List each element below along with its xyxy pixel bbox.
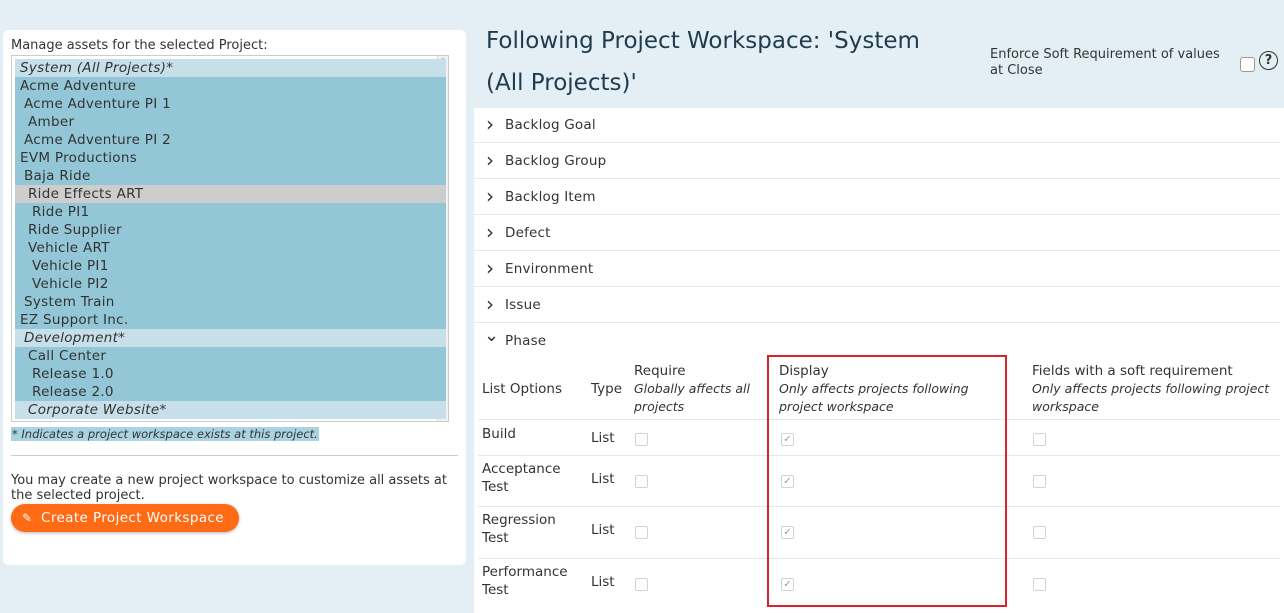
asset-name: Defect xyxy=(505,225,551,241)
project-item[interactable]: Acme Adventure PI 2 xyxy=(15,131,446,149)
chevron-right-icon[interactable]: › xyxy=(486,215,494,250)
project-item[interactable]: System (All Projects)* xyxy=(15,59,446,77)
manage-assets-label: Manage assets for the selected Project: xyxy=(11,38,268,53)
project-item[interactable]: Acme Adventure PI 1 xyxy=(15,95,446,113)
project-item[interactable]: Acme Adventure xyxy=(15,77,446,95)
project-item[interactable]: Baja Ride xyxy=(15,167,446,185)
asset-name: Backlog Item xyxy=(505,189,596,205)
chevron-right-icon[interactable]: › xyxy=(486,179,494,214)
project-item[interactable]: Release 2.0 xyxy=(15,383,446,401)
project-item[interactable]: Corporate Website* xyxy=(15,401,446,419)
chevron-right-icon[interactable]: › xyxy=(486,107,494,142)
chevron-right-icon[interactable]: › xyxy=(486,143,494,178)
project-item[interactable]: Call Center xyxy=(15,347,446,365)
asset-row[interactable]: › Backlog Item xyxy=(474,180,1280,215)
pencil-icon: ✎ xyxy=(22,511,33,525)
project-item[interactable]: Ride Effects ART xyxy=(15,185,446,203)
project-item[interactable]: Vehicle PI1 xyxy=(15,257,446,275)
page-title: Following Project Workspace: 'System (Al… xyxy=(486,28,920,96)
asset-name: Environment xyxy=(505,261,594,277)
asset-name: Backlog Group xyxy=(505,153,607,169)
list-option-type: List xyxy=(591,430,615,446)
col-header-soft-requirement-sub: Only affects projects following project … xyxy=(1032,381,1270,414)
asset-row[interactable]: › Backlog Group xyxy=(474,144,1280,179)
project-item[interactable]: Ride Supplier xyxy=(15,221,446,239)
project-item[interactable]: System Train xyxy=(15,293,446,311)
display-column-highlight xyxy=(767,355,1007,607)
col-header-soft-requirement: Fields with a soft requirement xyxy=(1032,363,1233,379)
asset-row[interactable]: › Backlog Goal xyxy=(474,108,1280,143)
enforce-soft-requirement-label: Enforce Soft Requirement of values at Cl… xyxy=(990,47,1220,78)
asset-row[interactable]: › Defect xyxy=(474,216,1280,251)
project-item[interactable]: Development* xyxy=(15,329,446,347)
list-option-name: Acceptance Test xyxy=(482,461,561,495)
soft-requirement-checkbox[interactable] xyxy=(1033,526,1046,539)
project-item[interactable]: Vehicle ART xyxy=(15,239,446,257)
col-header-type: Type xyxy=(591,381,623,397)
project-item[interactable]: Release 1.0 xyxy=(15,365,446,383)
project-list[interactable]: System (All Projects)* Acme Adventure Acme… xyxy=(11,55,449,422)
list-option-name: Performance Test xyxy=(482,564,568,598)
list-option-type: List xyxy=(591,574,615,590)
soft-requirement-checkbox[interactable] xyxy=(1033,578,1046,591)
soft-requirement-checkbox[interactable] xyxy=(1033,475,1046,488)
create-project-workspace-button[interactable]: ✎ Create Project Workspace xyxy=(11,504,239,532)
chevron-right-icon[interactable]: › xyxy=(486,287,494,322)
project-item[interactable]: EZ Support Inc. xyxy=(15,311,446,329)
col-header-require: Require xyxy=(634,363,686,379)
project-item[interactable]: Amber xyxy=(15,113,446,131)
col-header-list-options: List Options xyxy=(482,381,562,397)
soft-requirement-checkbox[interactable] xyxy=(1033,433,1046,446)
asset-row[interactable]: › Environment xyxy=(474,252,1280,287)
help-icon[interactable]: ? xyxy=(1259,51,1278,70)
list-option-name: Regression Test xyxy=(482,512,556,546)
project-selector-panel: Manage assets for the selected Project: … xyxy=(3,30,466,565)
project-item[interactable]: EVM Productions xyxy=(15,149,446,167)
require-checkbox[interactable] xyxy=(635,578,648,591)
asset-row[interactable]: › Issue xyxy=(474,288,1280,323)
require-checkbox[interactable] xyxy=(635,526,648,539)
require-checkbox[interactable] xyxy=(635,475,648,488)
asset-row[interactable]: ⌄ Phase xyxy=(474,324,1280,359)
project-item[interactable]: Ride PI1 xyxy=(15,203,446,221)
chevron-down-icon[interactable]: ⌄ xyxy=(484,318,499,353)
create-project-workspace-label: Create Project Workspace xyxy=(41,510,225,526)
list-option-type: List xyxy=(591,471,615,487)
list-option-type: List xyxy=(591,522,615,538)
project-item[interactable]: Vehicle PI2 xyxy=(15,275,446,293)
asset-name: Issue xyxy=(505,297,541,313)
create-workspace-note: You may create a new project workspace t… xyxy=(11,473,447,503)
workspace-legend-note: * Indicates a project workspace exists a… xyxy=(11,427,319,441)
divider xyxy=(11,455,458,456)
require-checkbox[interactable] xyxy=(635,433,648,446)
enforce-soft-requirement-checkbox[interactable] xyxy=(1240,57,1255,72)
chevron-right-icon[interactable]: › xyxy=(486,251,494,286)
asset-name: Phase xyxy=(505,333,547,349)
list-option-name: Build xyxy=(482,426,516,442)
col-header-require-sub: Globally affects all projects xyxy=(634,381,750,414)
asset-name: Backlog Goal xyxy=(505,117,596,133)
